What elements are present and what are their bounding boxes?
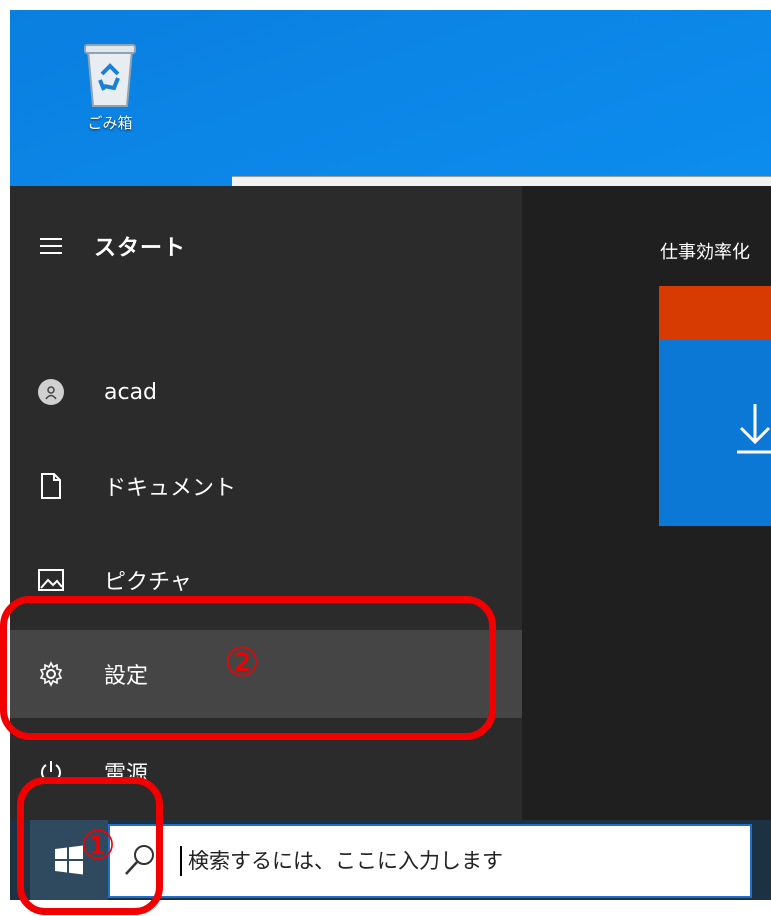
annotation-step-2: ②: [224, 640, 260, 686]
hamburger-menu-icon[interactable]: [40, 238, 62, 254]
start-item-label: ピクチャ: [104, 570, 192, 595]
picture-icon: [38, 567, 64, 593]
app-tile[interactable]: [659, 286, 771, 526]
start-item-label: ドキュメント: [104, 476, 237, 501]
start-menu-tiles-pane: 仕事効率化: [522, 186, 771, 820]
tile-body: [659, 340, 771, 526]
user-avatar-icon: [38, 379, 64, 405]
start-header: スタート: [40, 226, 186, 266]
tile-stripe: [659, 286, 771, 340]
document-icon: [38, 473, 64, 499]
search-input[interactable]: [188, 849, 750, 873]
text-caret: [180, 846, 182, 876]
start-item-label: acad: [104, 379, 158, 405]
recycle-bin-label: ごみ箱: [87, 114, 133, 132]
start-item-user[interactable]: acad: [10, 348, 522, 436]
recycle-bin-shortcut[interactable]: ごみ箱: [70, 40, 150, 133]
start-item-documents[interactable]: ドキュメント: [10, 442, 522, 530]
desktop: ごみ箱 スタート acad ドキュメント ピクチャ 設定 電源 仕事効率化 検索…: [10, 10, 771, 900]
taskbar-search-box[interactable]: [108, 824, 752, 898]
recycle-bin-icon: [84, 44, 136, 107]
start-title: スタート: [94, 236, 187, 261]
annotation-step-1: ①: [80, 823, 116, 869]
download-icon: [737, 404, 771, 454]
tile-group-label: 仕事効率化: [660, 242, 750, 263]
